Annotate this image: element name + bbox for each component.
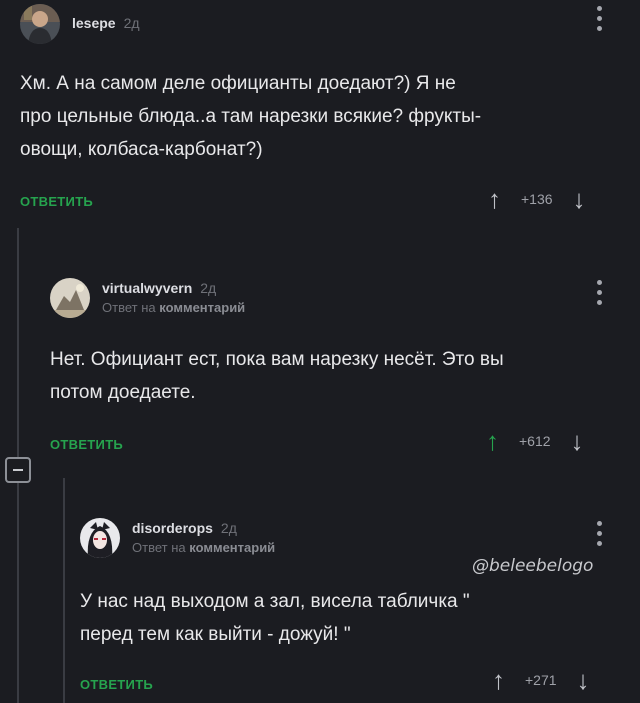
reply-button[interactable]: ОТВЕТИТЬ (80, 677, 153, 692)
comment-time: 2д (200, 279, 217, 296)
comment-text-line: овощи, колбаса-карбонат?) (20, 139, 263, 160)
kebab-menu-icon[interactable] (597, 521, 603, 551)
rating-control: ↑ +271 ↓ (492, 667, 590, 693)
comment-text: Нет. Официант ест, пока вам нарезку несё… (50, 343, 504, 409)
rating-score: +612 (519, 433, 551, 449)
reply-button[interactable]: ОТВЕТИТЬ (50, 437, 123, 452)
comment-text-line: про цельные блюда..а там нарезки всякие?… (20, 106, 482, 127)
reply-to-prefix: Ответ на (102, 300, 156, 316)
comment-time: 2д (220, 519, 237, 536)
reply-to-info: Ответ на комментарий (102, 300, 245, 316)
reply-to-link[interactable]: комментарий (159, 300, 245, 315)
arrow-up-icon[interactable]: ↑ (488, 186, 501, 212)
comment-author[interactable]: lesepe (72, 15, 116, 31)
comment-author[interactable]: virtualwyvern (102, 280, 192, 296)
arrow-up-icon[interactable]: ↑ (492, 667, 505, 693)
comment-text-line: потом доедаете. (50, 382, 196, 403)
rating-score: +136 (521, 191, 553, 207)
comment-text-line: У нас над выходом а зал, висела табличка… (80, 591, 470, 612)
arrow-down-icon[interactable]: ↓ (571, 428, 584, 454)
comment-author[interactable]: disorderops (132, 520, 213, 536)
reply-to-info: Ответ на комментарий (132, 540, 275, 556)
avatar-disorderops[interactable] (80, 518, 120, 558)
comment-text-line: перед тем как выйти - дожуй! " (80, 624, 351, 645)
comment-text: У нас над выходом а зал, висела табличка… (80, 585, 470, 651)
rating-control: ↑ +136 ↓ (488, 186, 586, 212)
collapse-thread-button[interactable] (5, 457, 31, 483)
comment-time: 2д (123, 14, 140, 31)
comment-text-line: Нет. Официант ест, пока вам нарезку несё… (50, 349, 504, 370)
reply-button[interactable]: ОТВЕТИТЬ (20, 194, 93, 209)
arrow-down-icon[interactable]: ↓ (577, 667, 590, 693)
arrow-up-icon[interactable]: ↑ (486, 428, 499, 454)
arrow-down-icon[interactable]: ↓ (573, 186, 586, 212)
reply-to-prefix: Ответ на (132, 540, 186, 556)
comment-text-line: Хм. А на самом деле официанты доедают?) … (20, 73, 456, 94)
watermark: @beleebelogo (472, 556, 594, 576)
thread-line-level-2 (63, 478, 65, 703)
kebab-menu-icon[interactable] (597, 6, 603, 36)
avatar-lesepe[interactable] (20, 4, 60, 44)
rating-score: +271 (525, 672, 557, 688)
reply-to-link[interactable]: комментарий (189, 540, 275, 555)
rating-control: ↑ +612 ↓ (486, 428, 584, 454)
kebab-menu-icon[interactable] (597, 280, 603, 310)
comment-text: Хм. А на самом деле официанты доедают?) … (20, 67, 481, 166)
avatar-virtualwyvern[interactable] (50, 278, 90, 318)
